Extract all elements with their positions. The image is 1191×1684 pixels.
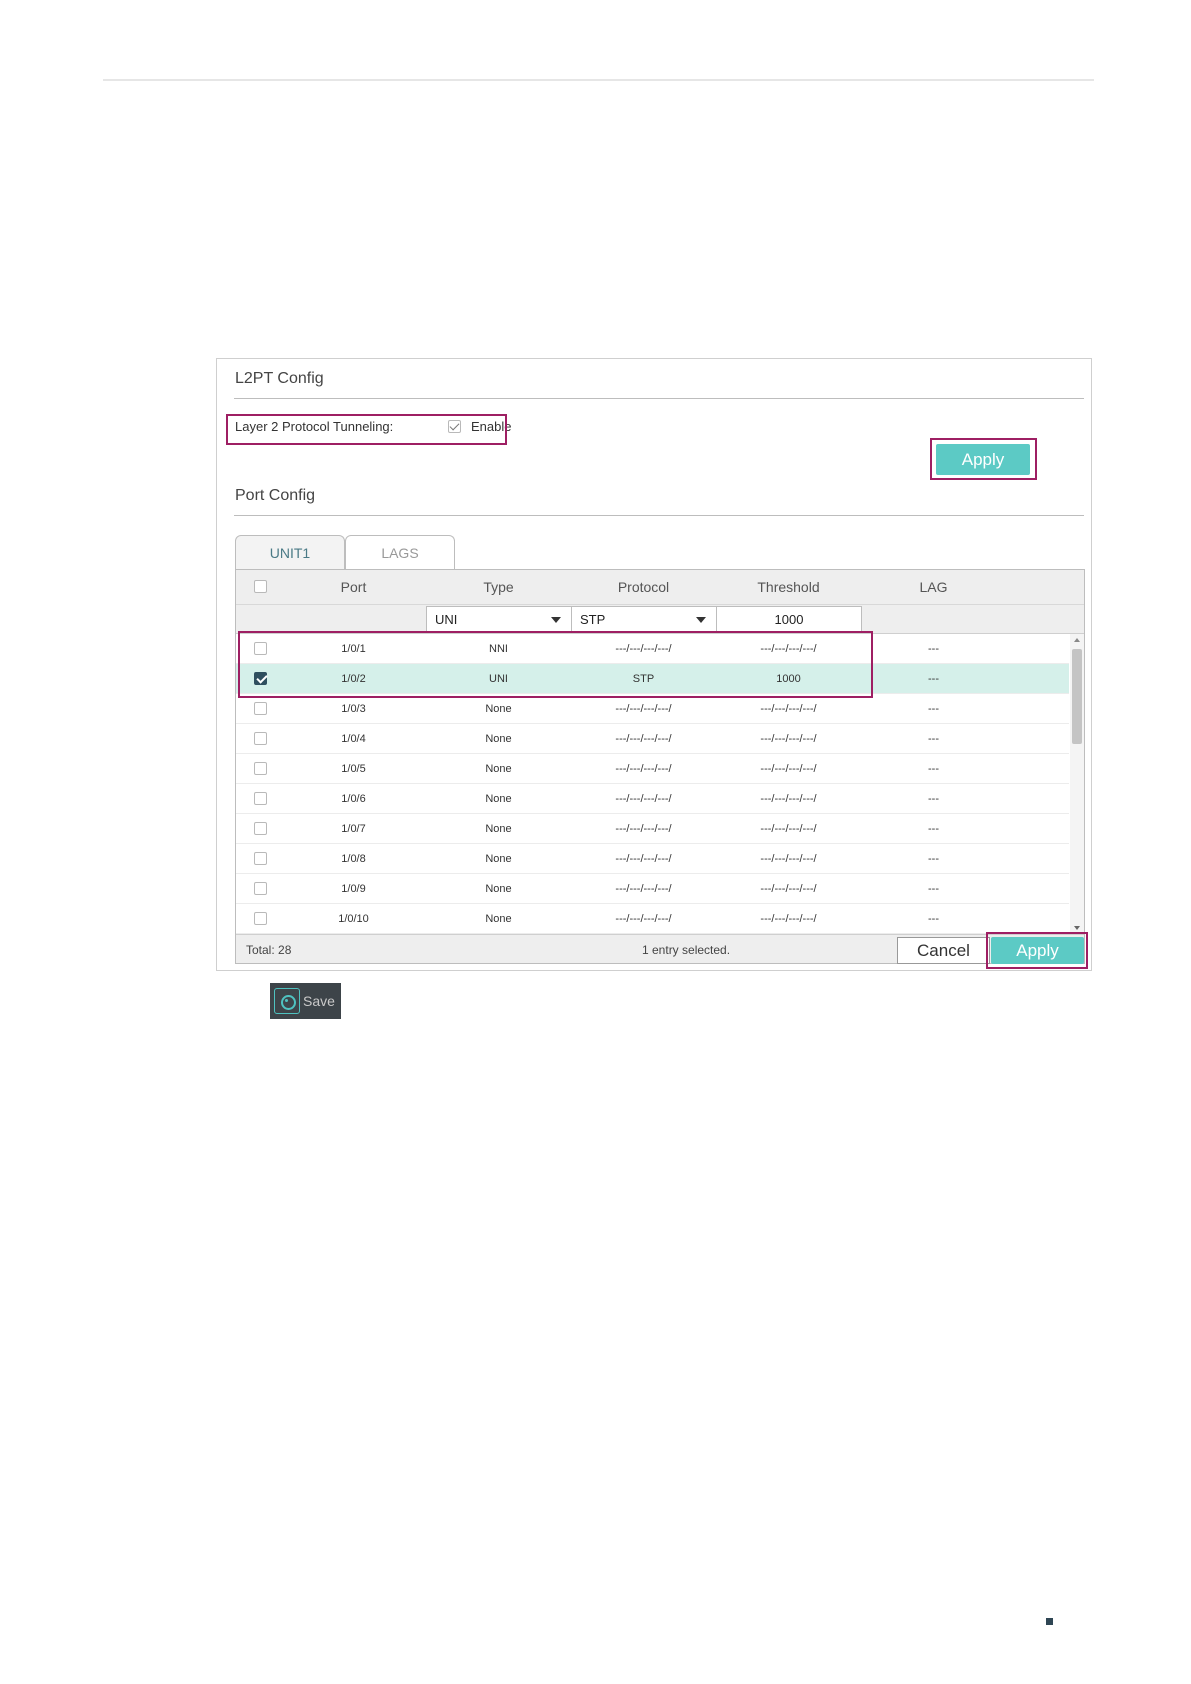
cell-lag: ---: [928, 703, 939, 715]
cell-lag: ---: [928, 733, 939, 745]
type-filter-value: UNI: [435, 612, 458, 627]
cell-port: 1/0/7: [341, 823, 366, 835]
cell-threshold: ---/---/---/---/: [760, 733, 817, 745]
cell-type: None: [485, 763, 512, 775]
cell-protocol: ---/---/---/---/: [615, 883, 672, 895]
cell-type: None: [485, 883, 512, 895]
cell-threshold: ---/---/---/---/: [760, 913, 817, 925]
row-checkbox[interactable]: [254, 732, 267, 745]
cell-type: None: [485, 853, 512, 865]
cell-type: None: [485, 823, 512, 835]
cell-protocol: ---/---/---/---/: [615, 733, 672, 745]
cell-threshold: ---/---/---/---/: [760, 703, 817, 715]
row-checkbox[interactable]: [254, 912, 267, 925]
cell-protocol: ---/---/---/---/: [615, 823, 672, 835]
tab-unit1[interactable]: UNIT1: [235, 535, 345, 569]
row-checkbox[interactable]: [254, 792, 267, 805]
save-label: Save: [303, 993, 335, 1009]
cell-lag: ---: [928, 823, 939, 835]
highlight-box-apply-top: [930, 438, 1037, 480]
table-row[interactable]: 1/0/10 None ---/---/---/---/ ---/---/---…: [236, 904, 1069, 934]
l2pt-config-title: L2PT Config: [235, 370, 324, 387]
table-row[interactable]: 1/0/9 None ---/---/---/---/ ---/---/---/…: [236, 874, 1069, 904]
cell-lag: ---: [928, 763, 939, 775]
table-row[interactable]: 1/0/6 None ---/---/---/---/ ---/---/---/…: [236, 784, 1069, 814]
cell-threshold: ---/---/---/---/: [760, 883, 817, 895]
row-checkbox[interactable]: [254, 852, 267, 865]
cell-threshold: ---/---/---/---/: [760, 823, 817, 835]
page-marker-icon: [1046, 1618, 1053, 1625]
cell-threshold: ---/---/---/---/: [760, 853, 817, 865]
cell-lag: ---: [928, 883, 939, 895]
cell-threshold: ---/---/---/---/: [760, 763, 817, 775]
cell-lag: ---: [928, 643, 939, 655]
total-count: Total: 28: [246, 943, 292, 957]
port-config-divider: [234, 515, 1084, 516]
row-checkbox[interactable]: [254, 702, 267, 715]
column-header-threshold: Threshold: [757, 579, 820, 595]
cell-protocol: ---/---/---/---/: [615, 703, 672, 715]
cancel-button[interactable]: Cancel: [897, 937, 990, 964]
cell-protocol: ---/---/---/---/: [615, 793, 672, 805]
chevron-down-icon: [696, 617, 706, 623]
table-row[interactable]: 1/0/5 None ---/---/---/---/ ---/---/---/…: [236, 754, 1069, 784]
protocol-filter-select[interactable]: STP: [571, 606, 717, 633]
protocol-filter-value: STP: [580, 612, 606, 627]
highlight-box-tunneling: [226, 414, 507, 445]
cell-port: 1/0/9: [341, 883, 366, 895]
highlight-box-rows: [238, 631, 873, 698]
column-header-type: Type: [483, 579, 514, 595]
page-top-rule: [103, 79, 1094, 81]
table-row[interactable]: 1/0/4 None ---/---/---/---/ ---/---/---/…: [236, 724, 1069, 754]
table-filter-row: UNI STP 1000: [236, 605, 1084, 634]
cell-lag: ---: [928, 793, 939, 805]
cell-protocol: ---/---/---/---/: [615, 763, 672, 775]
type-filter-select[interactable]: UNI: [426, 606, 572, 633]
table-row[interactable]: 1/0/3 None ---/---/---/---/ ---/---/---/…: [236, 694, 1069, 724]
l2pt-config-divider: [234, 398, 1084, 399]
cell-port: 1/0/5: [341, 763, 366, 775]
save-gear-icon: [274, 988, 300, 1014]
cell-port: 1/0/3: [341, 703, 366, 715]
cell-type: None: [485, 703, 512, 715]
column-header-protocol: Protocol: [617, 579, 670, 595]
cell-lag: ---: [928, 853, 939, 865]
chevron-down-icon: [551, 617, 561, 623]
table-scrollbar[interactable]: [1070, 634, 1084, 934]
scroll-thumb[interactable]: [1072, 649, 1082, 744]
scroll-down-icon[interactable]: [1074, 926, 1080, 930]
row-checkbox[interactable]: [254, 762, 267, 775]
scroll-up-icon[interactable]: [1074, 638, 1080, 642]
cell-threshold: ---/---/---/---/: [760, 793, 817, 805]
cell-protocol: ---/---/---/---/: [615, 853, 672, 865]
highlight-box-apply-bottom: [986, 932, 1088, 969]
select-all-checkbox[interactable]: [254, 580, 267, 593]
column-header-lag: LAG: [919, 579, 948, 595]
cell-lag: ---: [928, 913, 939, 925]
row-checkbox[interactable]: [254, 822, 267, 835]
column-header-port: Port: [340, 579, 367, 595]
row-checkbox[interactable]: [254, 882, 267, 895]
table-header: Port Type Protocol Threshold LAG: [236, 570, 1084, 605]
cell-type: None: [485, 793, 512, 805]
cell-protocol: ---/---/---/---/: [615, 913, 672, 925]
table-row[interactable]: 1/0/7 None ---/---/---/---/ ---/---/---/…: [236, 814, 1069, 844]
threshold-filter-input[interactable]: 1000: [716, 606, 862, 633]
cell-type: None: [485, 733, 512, 745]
save-button[interactable]: Save: [270, 983, 341, 1019]
selection-info: 1 entry selected.: [642, 943, 731, 957]
cell-port: 1/0/4: [341, 733, 366, 745]
cell-port: 1/0/8: [341, 853, 366, 865]
cell-type: None: [485, 913, 512, 925]
cell-port: 1/0/6: [341, 793, 366, 805]
tab-lags[interactable]: LAGS: [345, 535, 455, 569]
cell-lag: ---: [928, 673, 939, 685]
table-row[interactable]: 1/0/8 None ---/---/---/---/ ---/---/---/…: [236, 844, 1069, 874]
port-config-title: Port Config: [235, 487, 316, 504]
l2pt-config-screenshot: L2PT Config Layer 2 Protocol Tunneling: …: [216, 358, 1092, 971]
port-table: Port Type Protocol Threshold LAG UNI STP…: [235, 569, 1085, 964]
cell-port: 1/0/10: [338, 913, 369, 925]
port-tabs: UNIT1 LAGS: [235, 535, 455, 569]
